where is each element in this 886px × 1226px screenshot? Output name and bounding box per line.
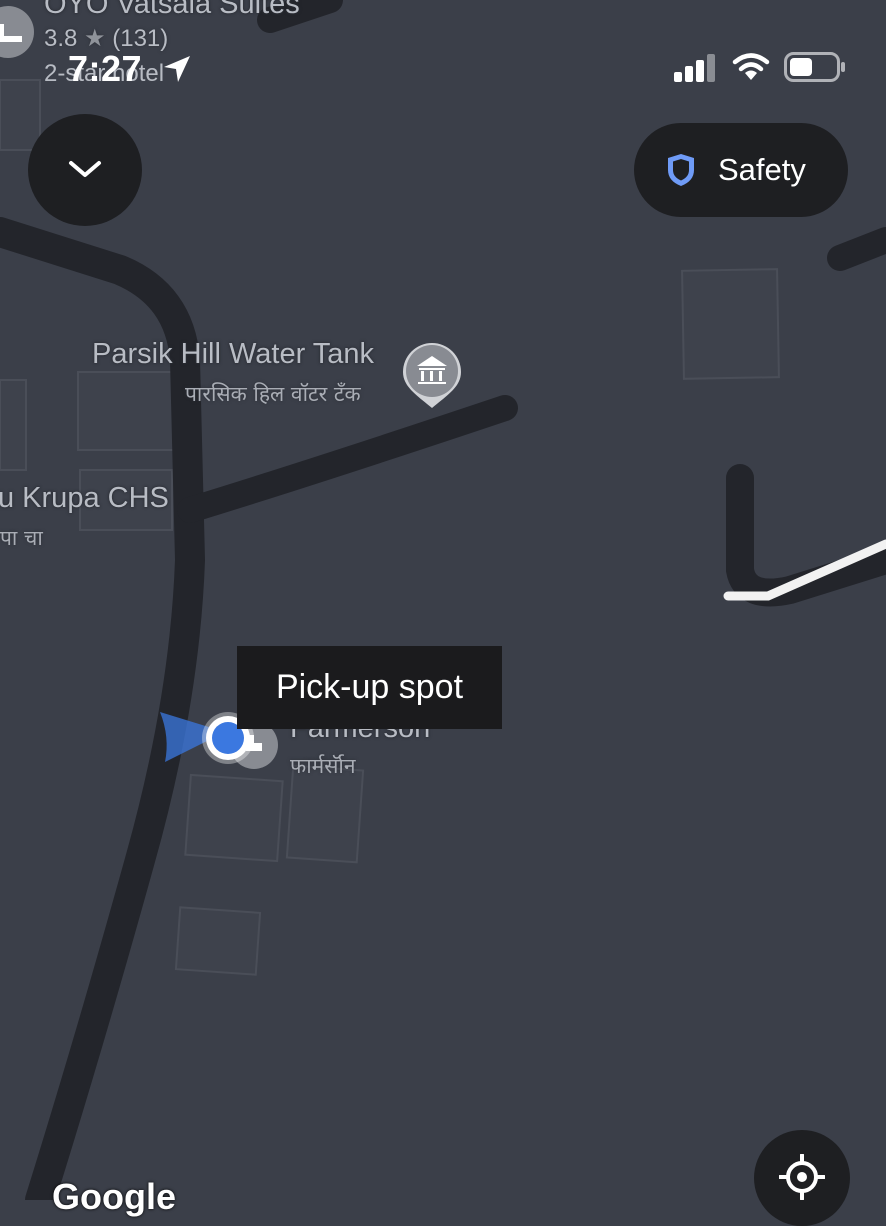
- hotel-pin[interactable]: [0, 6, 34, 58]
- chs-title[interactable]: u Krupa CHS: [0, 482, 169, 515]
- status-icons: [674, 52, 846, 82]
- cellular-signal-icon: [674, 54, 715, 82]
- pickup-spot-label[interactable]: Pick-up spot: [237, 646, 502, 729]
- safety-label: Safety: [718, 152, 806, 187]
- crosshair-icon: [779, 1154, 825, 1200]
- shield-icon: [668, 154, 694, 186]
- wifi-icon: [732, 53, 770, 80]
- battery-icon: [784, 52, 845, 82]
- water-tank-title[interactable]: Parsik Hill Water Tank: [92, 338, 374, 371]
- safety-button[interactable]: Safety: [634, 123, 848, 217]
- recenter-button[interactable]: [754, 1130, 850, 1226]
- collapse-button[interactable]: [28, 114, 142, 226]
- status-time: 7:27: [68, 48, 143, 89]
- google-attribution: Google: [52, 1176, 176, 1217]
- water-tank-subtitle: पारसिक हिल वॉटर टँक: [185, 382, 361, 406]
- farmerson-subtitle: फार्मर्सॉन: [290, 754, 356, 778]
- location-arrow-icon: [164, 56, 190, 82]
- water-tank-pin[interactable]: [403, 343, 461, 408]
- hotel-name[interactable]: OYO Vatsala Suites: [44, 0, 300, 21]
- chs-subtitle: पा चा: [0, 526, 43, 550]
- chevron-down-icon: [69, 161, 101, 177]
